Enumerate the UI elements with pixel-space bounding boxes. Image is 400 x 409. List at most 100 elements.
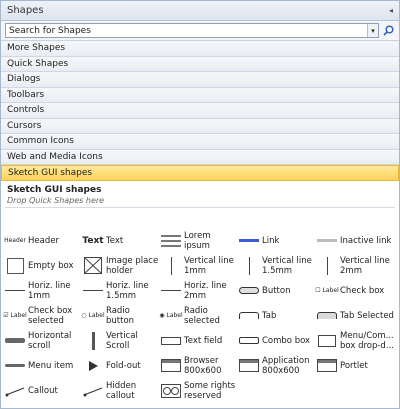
shape-label: Menu/Com... box drop-d... bbox=[340, 330, 394, 351]
text-field-icon bbox=[160, 331, 182, 351]
category-sketch-gui-shapes[interactable]: Sketch GUI shapes bbox=[1, 165, 399, 181]
shape-label: Vertical line 2mm bbox=[340, 255, 390, 276]
category-toolbars[interactable]: Toolbars bbox=[1, 87, 399, 103]
shape-label: Radio selected bbox=[184, 305, 220, 326]
shape-tab-selected[interactable]: Tab Selected bbox=[316, 303, 394, 328]
shape-fold-out[interactable]: Fold-out bbox=[82, 353, 160, 378]
shape-horizontal-scroll[interactable]: Horizontal scroll bbox=[4, 328, 82, 353]
shape-header[interactable]: Header Header bbox=[4, 228, 82, 253]
shape-grid: Header Header Text Text Lorem ipsum Link Inact… bbox=[1, 228, 400, 403]
shape-link[interactable]: Link bbox=[238, 228, 316, 253]
shape-label: Text bbox=[106, 235, 124, 246]
shape-label: Inactive link bbox=[340, 235, 392, 246]
shape-label: Browser 800x600 bbox=[184, 355, 222, 376]
checkbox-icon: ☐ Label bbox=[315, 287, 339, 294]
header-icon: Header bbox=[4, 237, 26, 244]
shape-hidden-callout[interactable]: Hidden callout bbox=[82, 378, 160, 403]
shape-label: Check box selected bbox=[28, 305, 73, 326]
empty-box-icon bbox=[4, 256, 26, 276]
shape-vertical-scroll[interactable]: Vertical Scroll bbox=[82, 328, 160, 353]
shape-tab[interactable]: Tab bbox=[238, 303, 316, 328]
shape-vertical-line-2mm[interactable]: Vertical line 2mm bbox=[316, 253, 394, 278]
shape-label: Check box bbox=[340, 285, 385, 296]
shape-label: Image place holder bbox=[106, 255, 159, 276]
horizontal-line-icon bbox=[4, 281, 26, 301]
link-icon bbox=[238, 231, 260, 251]
shape-label: Callout bbox=[28, 385, 58, 396]
menu-item-icon bbox=[4, 356, 26, 376]
shape-label: Lorem ipsum bbox=[184, 230, 211, 251]
category-web-and-media-icons[interactable]: Web and Media Icons bbox=[1, 149, 399, 165]
callout-icon bbox=[4, 381, 26, 401]
shape-label: Tab Selected bbox=[340, 310, 394, 321]
shape-vertical-line-1-5mm[interactable]: Vertical line 1.5mm bbox=[238, 253, 316, 278]
shape-label: Horiz. line 1mm bbox=[28, 280, 71, 301]
vertical-line-icon bbox=[316, 256, 338, 276]
shape-portlet[interactable]: Portlet bbox=[316, 353, 394, 378]
inactive-link-icon bbox=[316, 231, 338, 251]
shape-check-box[interactable]: ☐ Label Check box bbox=[315, 278, 394, 303]
stencil-hint: Drop Quick Shapes here bbox=[7, 195, 105, 205]
shape-check-box-selected[interactable]: ☑ Label Check box selected bbox=[3, 303, 82, 328]
vertical-line-icon bbox=[160, 256, 182, 276]
shape-radio-selected[interactable]: ◉ Label Radio selected bbox=[159, 303, 238, 328]
shape-text-field[interactable]: Text field bbox=[160, 328, 238, 353]
category-controls[interactable]: Controls bbox=[1, 103, 399, 119]
shape-application-800x600[interactable]: Application 800x600 bbox=[238, 353, 316, 378]
tab-selected-icon bbox=[316, 306, 338, 326]
shape-label: Hidden callout bbox=[106, 380, 137, 401]
button-icon bbox=[238, 281, 260, 301]
search-row: ▾ bbox=[1, 21, 399, 41]
shapes-pane: Shapes ◂ ▾ More ShapesQuick ShapesDialog… bbox=[0, 0, 400, 409]
horizontal-scroll-icon bbox=[4, 331, 26, 351]
category-more-shapes[interactable]: More Shapes bbox=[1, 41, 399, 57]
collapse-icon[interactable]: ◂ bbox=[383, 3, 399, 19]
menu-icon bbox=[316, 331, 338, 351]
shape-image-place-holder[interactable]: Image place holder bbox=[82, 253, 160, 278]
shape-some-rights-reserved[interactable]: Some rights reserved bbox=[160, 378, 238, 403]
shape-label: Vertical line 1mm bbox=[184, 255, 234, 276]
rights-icon bbox=[160, 381, 182, 401]
shape-inactive-link[interactable]: Inactive link bbox=[316, 228, 394, 253]
shape-combo-box[interactable]: Combo box bbox=[238, 328, 316, 353]
shape-text[interactable]: Text Text bbox=[82, 228, 160, 253]
text-icon: Text bbox=[82, 235, 104, 246]
shape-label: Some rights reserved bbox=[184, 380, 236, 401]
vertical-line-icon bbox=[238, 256, 260, 276]
shape-browser-800x600[interactable]: Browser 800x600 bbox=[160, 353, 238, 378]
shape-label: Header bbox=[28, 235, 59, 246]
category-dialogs[interactable]: Dialogs bbox=[1, 72, 399, 88]
shape-empty-box[interactable]: Empty box bbox=[4, 253, 82, 278]
checkbox-selected-icon: ☑ Label bbox=[3, 312, 27, 319]
radio-selected-icon: ◉ Label bbox=[159, 312, 183, 319]
category-cursors[interactable]: Cursors bbox=[1, 118, 399, 134]
shape-horiz-line-2mm[interactable]: Horiz. line 2mm bbox=[160, 278, 238, 303]
category-quick-shapes[interactable]: Quick Shapes bbox=[1, 56, 399, 72]
shape-button[interactable]: Button bbox=[238, 278, 316, 303]
search-box[interactable]: ▾ bbox=[5, 23, 379, 38]
shape-label: Vertical Scroll bbox=[106, 330, 138, 351]
lorem-icon bbox=[160, 231, 182, 251]
image-placeholder-icon bbox=[82, 256, 104, 276]
combo-box-icon bbox=[238, 331, 260, 351]
hidden-callout-icon bbox=[82, 381, 104, 401]
search-dropdown-icon[interactable]: ▾ bbox=[367, 24, 378, 37]
search-input[interactable] bbox=[6, 24, 367, 37]
shape-vertical-line-1mm[interactable]: Vertical line 1mm bbox=[160, 253, 238, 278]
shape-lorem-ipsum[interactable]: Lorem ipsum bbox=[160, 228, 238, 253]
shape-horiz-line-1-5mm[interactable]: Horiz. line 1.5mm bbox=[82, 278, 160, 303]
shape-radio-button[interactable]: ○ Label Radio button bbox=[81, 303, 160, 328]
shape-menu-com-box-drop-d[interactable]: Menu/Com... box drop-d... bbox=[316, 328, 394, 353]
shape-label: Text field bbox=[184, 335, 223, 346]
shape-menu-item[interactable]: Menu item bbox=[4, 353, 82, 378]
shape-label: Combo box bbox=[262, 335, 311, 346]
search-icon[interactable] bbox=[381, 23, 395, 38]
category-common-icons[interactable]: Common Icons bbox=[1, 134, 399, 150]
shape-label: Radio button bbox=[106, 305, 135, 326]
shape-label: Fold-out bbox=[106, 360, 141, 371]
shape-horiz-line-1mm[interactable]: Horiz. line 1mm bbox=[4, 278, 82, 303]
shape-label: Empty box bbox=[28, 260, 74, 271]
shape-callout[interactable]: Callout bbox=[4, 378, 82, 403]
fold-out-icon bbox=[82, 356, 104, 376]
shape-label: Vertical line 1.5mm bbox=[262, 255, 312, 276]
